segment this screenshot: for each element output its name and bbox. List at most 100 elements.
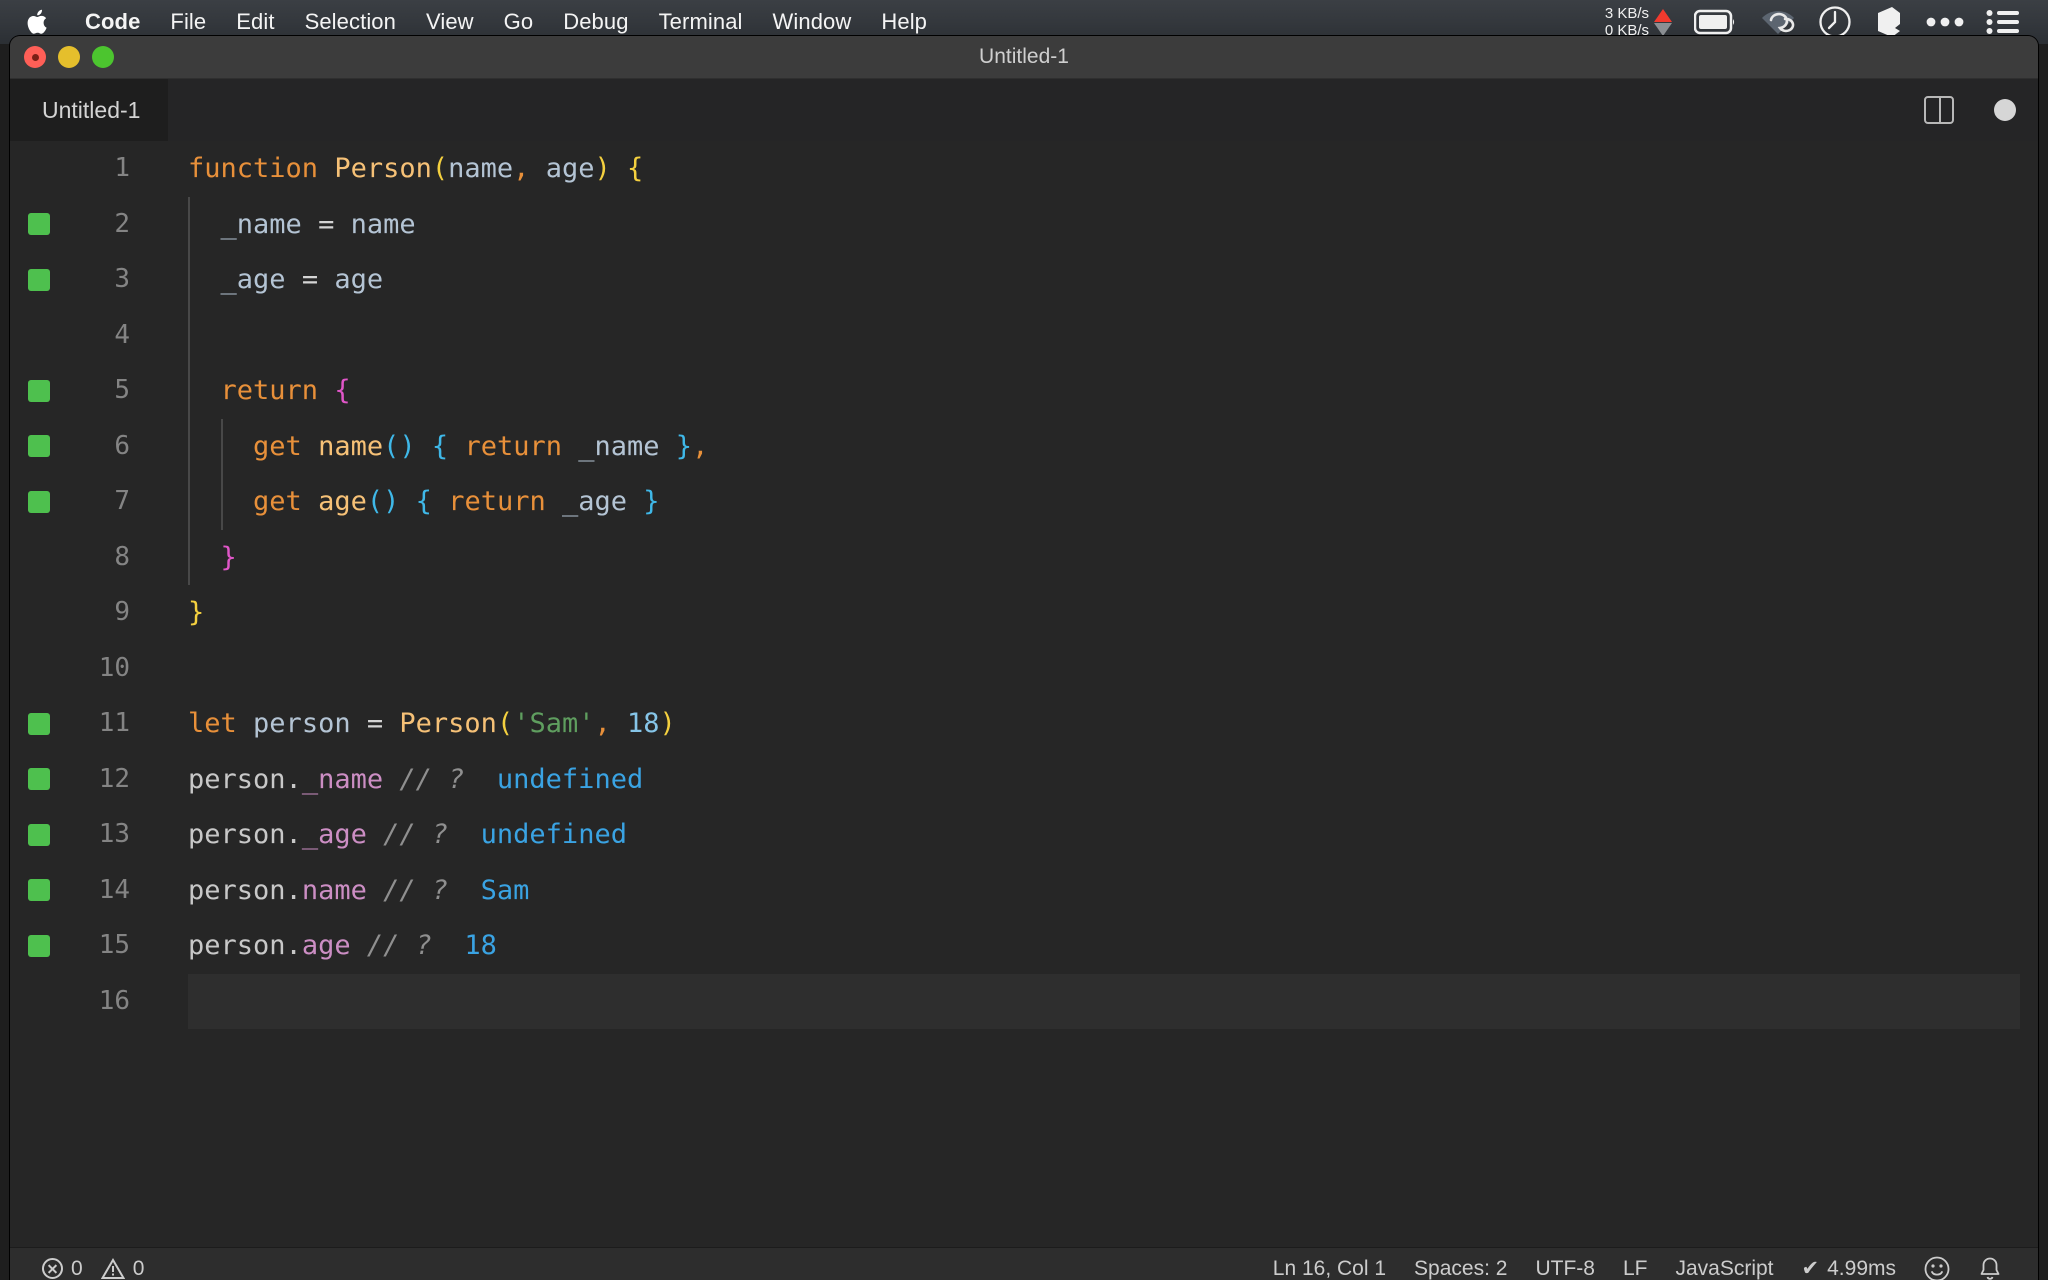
code-token [302, 209, 318, 240]
gutter-marker-icon[interactable] [10, 713, 68, 735]
menu-item-go[interactable]: Go [489, 7, 549, 37]
unsaved-indicator-icon[interactable] [1994, 99, 2016, 121]
code-token [611, 708, 627, 739]
line-number: 14 [68, 863, 150, 919]
feedback-smiley-icon[interactable] [1910, 1256, 1964, 1280]
code-line[interactable]: 15person.age // ? 18 [10, 918, 2038, 974]
code-line[interactable]: 11let person = Person('Sam', 18) [10, 696, 2038, 752]
line-number: 7 [68, 474, 150, 530]
status-timing[interactable]: ✔ 4.99ms [1788, 1256, 1910, 1280]
code-token: name [351, 209, 416, 240]
check-icon: ✔ [1802, 1256, 1820, 1280]
cube-icon[interactable] [1874, 5, 1904, 39]
menu-item-view[interactable]: View [411, 7, 489, 37]
list-icon[interactable] [1986, 9, 2020, 35]
line-number: 16 [68, 974, 150, 1030]
code-token: // ? [367, 930, 432, 961]
gutter-marker-icon[interactable] [10, 269, 68, 291]
code-token: name [448, 153, 513, 184]
code-line[interactable]: 5 return { [10, 363, 2038, 419]
code-line[interactable]: 8 } [10, 530, 2038, 586]
menu-item-help[interactable]: Help [866, 7, 942, 37]
traffic-lights [24, 46, 114, 68]
status-encoding[interactable]: UTF-8 [1521, 1257, 1609, 1280]
menu-item-code[interactable]: Code [70, 7, 155, 37]
split-editor-icon[interactable] [1924, 96, 1954, 124]
code-token: person [188, 930, 286, 961]
code-text: _name = name [150, 197, 416, 253]
tab-actions [1924, 96, 2016, 124]
line-number: 5 [68, 363, 150, 419]
code-text: function Person(name, age) { [150, 141, 643, 197]
menu-item-edit[interactable]: Edit [221, 7, 289, 37]
clock-icon[interactable] [1818, 5, 1852, 39]
code-line[interactable]: 10 [10, 641, 2038, 697]
line-number: 11 [68, 696, 150, 752]
code-token [464, 764, 497, 795]
timing-value: 4.99ms [1827, 1257, 1896, 1280]
network-speed-indicator[interactable]: 3 KB/s 0 KB/s [1605, 5, 1672, 39]
code-line[interactable]: 2 _name = name [10, 197, 2038, 253]
editor-scrollbar[interactable] [2022, 141, 2038, 1247]
gutter-marker-icon[interactable] [10, 491, 68, 513]
code-line[interactable]: 4 [10, 308, 2038, 364]
menu-item-selection[interactable]: Selection [290, 7, 411, 37]
code-line[interactable]: 13person._age // ? undefined [10, 807, 2038, 863]
code-token [188, 375, 221, 406]
code-line[interactable]: 9} [10, 585, 2038, 641]
code-editor[interactable]: 1function Person(name, age) {2 _name = n… [10, 141, 2038, 1247]
code-token: . [286, 764, 302, 795]
menu-item-window[interactable]: Window [758, 7, 867, 37]
code-line[interactable]: 1function Person(name, age) { [10, 141, 2038, 197]
code-text: let person = Person('Sam', 18) [150, 696, 676, 752]
minimize-button[interactable] [58, 46, 80, 68]
maximize-button[interactable] [92, 46, 114, 68]
code-line[interactable]: 16 [10, 974, 2038, 1030]
code-line[interactable]: 7 get age() { return _age } [10, 474, 2038, 530]
code-token: } [221, 542, 237, 573]
wifi-icon[interactable] [1760, 7, 1796, 37]
code-line[interactable]: 12person._name // ? undefined [10, 752, 2038, 808]
menu-item-terminal[interactable]: Terminal [644, 7, 758, 37]
notifications-bell-icon[interactable] [1964, 1256, 2016, 1280]
status-eol[interactable]: LF [1609, 1257, 1662, 1280]
code-token [416, 431, 432, 462]
gutter-marker-icon[interactable] [10, 768, 68, 790]
line-number: 1 [68, 141, 150, 197]
gutter-marker-icon[interactable] [10, 935, 68, 957]
status-cursor-position[interactable]: Ln 16, Col 1 [1259, 1257, 1400, 1280]
code-token [367, 819, 383, 850]
code-line[interactable]: 14person.name // ? Sam [10, 863, 2038, 919]
tab-untitled-1[interactable]: Untitled-1 [10, 79, 168, 141]
code-token [351, 930, 367, 961]
ellipsis-icon[interactable] [1926, 16, 1964, 28]
close-button[interactable] [24, 46, 46, 68]
code-line[interactable]: 3 _age = age [10, 252, 2038, 308]
gutter-marker-icon[interactable] [10, 824, 68, 846]
line-number: 15 [68, 918, 150, 974]
code-token: } [188, 597, 204, 628]
code-token [188, 542, 221, 573]
gutter-marker-icon[interactable] [10, 380, 68, 402]
code-token: return [464, 431, 562, 462]
code-token [302, 486, 318, 517]
code-line[interactable]: 6 get name() { return _name }, [10, 419, 2038, 475]
warning-count: 0 [133, 1257, 145, 1280]
battery-icon[interactable] [1694, 9, 1738, 35]
status-indentation[interactable]: Spaces: 2 [1400, 1257, 1521, 1280]
code-token: person [188, 819, 286, 850]
code-token: age [302, 930, 351, 961]
status-problems[interactable]: 0 0 [28, 1257, 158, 1280]
gutter-marker-icon[interactable] [10, 879, 68, 901]
gutter-marker-icon[interactable] [10, 213, 68, 235]
code-token: name [318, 431, 383, 462]
status-language-mode[interactable]: JavaScript [1661, 1257, 1787, 1280]
menu-item-file[interactable]: File [155, 7, 221, 37]
gutter-marker-icon[interactable] [10, 435, 68, 457]
code-token: _age [221, 264, 286, 295]
window-title: Untitled-1 [10, 45, 2038, 69]
code-token: return [221, 375, 319, 406]
apple-logo-icon[interactable] [26, 7, 52, 37]
code-token: Sam [481, 875, 530, 906]
menu-item-debug[interactable]: Debug [548, 7, 643, 37]
